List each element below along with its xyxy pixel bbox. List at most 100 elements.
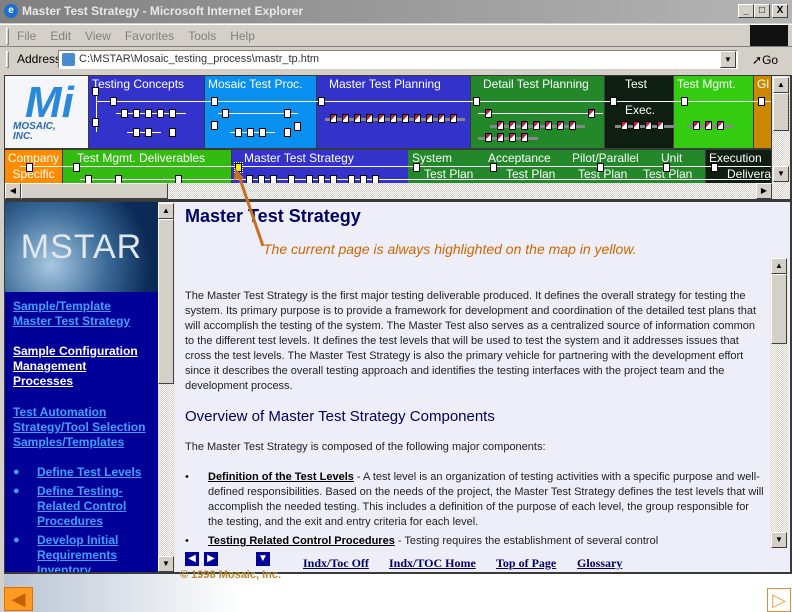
menu-help[interactable]: Help	[230, 29, 255, 43]
map-node[interactable]	[145, 109, 152, 118]
map-node[interactable]	[497, 133, 504, 142]
maximize-button[interactable]: □	[754, 4, 770, 18]
link-requirements-inventory[interactable]: Develop Initial Requirements Inventory	[37, 533, 132, 572]
map-node[interactable]	[402, 114, 409, 123]
map-node[interactable]	[318, 97, 325, 106]
scroll-up-button[interactable]: ▲	[773, 77, 789, 93]
map-node[interactable]	[211, 97, 218, 106]
scroll-right-button[interactable]: ▶	[756, 183, 772, 199]
content-scroll-up[interactable]: ▲	[771, 258, 787, 274]
map-node[interactable]	[533, 121, 540, 130]
component-link[interactable]: Testing Related Control Procedures	[208, 535, 395, 547]
map-node[interactable]	[378, 114, 385, 123]
map-glossary[interactable]: Gl	[754, 76, 771, 148]
minimize-button[interactable]: _	[738, 4, 754, 18]
map-node[interactable]	[509, 133, 516, 142]
map-node[interactable]	[705, 121, 712, 130]
map-node[interactable]	[211, 121, 218, 130]
map-node[interactable]	[366, 114, 373, 123]
map-node[interactable]	[26, 163, 33, 172]
map-node[interactable]	[521, 121, 528, 130]
map-node[interactable]	[157, 109, 164, 118]
map-node[interactable]	[490, 163, 497, 172]
map-node[interactable]	[342, 114, 349, 123]
go-button[interactable]: ➚Go	[752, 50, 778, 70]
map-node[interactable]	[497, 121, 504, 130]
down-arrow-icon[interactable]: ▼	[256, 552, 270, 566]
map-node[interactable]	[438, 114, 445, 123]
map-node[interactable]	[485, 109, 492, 118]
map-node[interactable]	[473, 97, 480, 106]
sidebar-scroll-thumb[interactable]	[158, 219, 174, 384]
content-scroll-thumb[interactable]	[771, 274, 787, 344]
mosaic-logo[interactable]: Mi MOSAIC, INC.	[5, 76, 88, 148]
address-dropdown-button[interactable]: ▼	[720, 51, 736, 68]
scroll-left-button[interactable]: ◀	[5, 183, 21, 199]
map-node[interactable]	[633, 121, 640, 130]
link-glossary[interactable]: Glossary	[577, 556, 622, 571]
menu-view[interactable]: View	[85, 29, 111, 43]
map-hscroll-thumb[interactable]	[21, 183, 168, 199]
link-test-automation[interactable]: Test Automation Strategy/Tool Selection …	[13, 405, 148, 450]
map-node[interactable]	[509, 121, 516, 130]
next-arrow-icon[interactable]: ▶	[204, 552, 218, 566]
map-test-mgmt[interactable]: Test Mgmt.	[674, 76, 753, 148]
link-define-test-levels[interactable]: Define Test Levels	[37, 465, 147, 480]
map-test-exec[interactable]: Test Exec.	[605, 76, 673, 148]
map-node[interactable]	[645, 121, 652, 130]
previous-page-button[interactable]: ◀	[4, 587, 33, 611]
map-node[interactable]	[235, 128, 242, 137]
map-node[interactable]	[73, 163, 80, 172]
scroll-down-button[interactable]: ▼	[773, 166, 789, 182]
map-master-test-planning[interactable]: Master Test Planning	[317, 76, 470, 148]
map-node[interactable]	[169, 128, 176, 137]
map-node[interactable]	[284, 128, 291, 137]
map-node[interactable]	[717, 121, 724, 130]
map-node[interactable]	[133, 109, 140, 118]
map-node[interactable]	[169, 109, 176, 118]
map-node[interactable]	[711, 163, 718, 172]
link-sample-config-management[interactable]: Sample Configuration Management Processe…	[13, 344, 143, 389]
map-node[interactable]	[569, 121, 576, 130]
menu-favorites[interactable]: Favorites	[125, 29, 174, 43]
map-node[interactable]	[426, 114, 433, 123]
map-node[interactable]	[294, 122, 301, 131]
map-node[interactable]	[545, 121, 552, 130]
content-scroll-down[interactable]: ▼	[771, 532, 787, 548]
map-node[interactable]	[485, 133, 492, 142]
map-node[interactable]	[597, 163, 604, 172]
map-node[interactable]	[330, 114, 337, 123]
map-node[interactable]	[588, 109, 595, 118]
close-button[interactable]: X	[772, 4, 788, 18]
link-index-toc-home[interactable]: Indx/TOC Home	[389, 556, 476, 571]
component-link[interactable]: Definition of the Test Levels	[208, 471, 354, 483]
map-node[interactable]	[521, 133, 528, 142]
map-node[interactable]	[354, 114, 361, 123]
map-node[interactable]	[222, 109, 229, 118]
map-node[interactable]	[390, 114, 397, 123]
map-node[interactable]	[110, 97, 117, 106]
map-node[interactable]	[92, 118, 99, 127]
sidebar-scroll-up[interactable]: ▲	[158, 203, 174, 219]
link-define-control-procedures[interactable]: Define Testing-Related Control Procedure…	[37, 484, 137, 529]
link-sample-master-test-strategy[interactable]: Sample/Template Master Test Strategy	[13, 299, 143, 329]
map-node[interactable]	[610, 97, 617, 106]
map-node[interactable]	[450, 114, 457, 123]
map-node[interactable]	[657, 121, 664, 130]
map-node[interactable]	[413, 163, 420, 172]
map-node[interactable]	[284, 109, 291, 118]
map-node[interactable]	[133, 128, 140, 137]
prev-arrow-icon[interactable]: ◀	[185, 552, 199, 566]
map-node[interactable]	[693, 121, 700, 130]
map-node[interactable]	[414, 114, 421, 123]
map-node[interactable]	[92, 87, 99, 96]
map-node[interactable]	[621, 121, 628, 130]
map-node[interactable]	[145, 128, 152, 137]
link-top-of-page[interactable]: Top of Page	[496, 556, 556, 571]
map-vscroll-thumb[interactable]	[773, 93, 789, 131]
link-index-toc-off[interactable]: Indx/Toc Off	[303, 556, 369, 571]
menu-tools[interactable]: Tools	[188, 29, 216, 43]
map-node[interactable]	[557, 121, 564, 130]
next-page-button[interactable]: ▷	[767, 588, 791, 612]
menu-file[interactable]: File	[17, 29, 36, 43]
